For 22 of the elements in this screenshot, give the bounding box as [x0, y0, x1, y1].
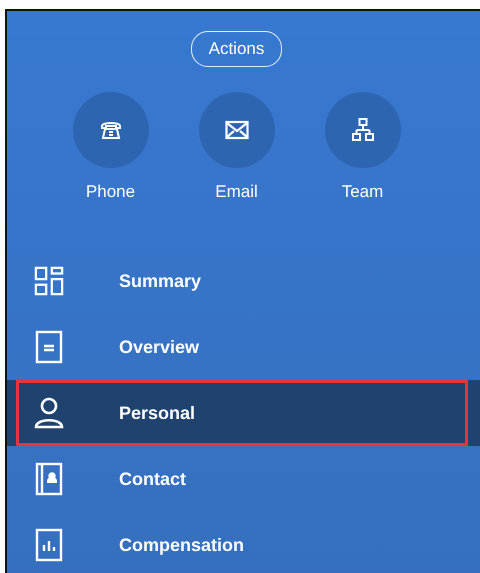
menu-item[interactable]: Overview: [7, 314, 480, 380]
menu-item[interactable]: Contact: [7, 446, 480, 512]
action-label: Email: [215, 182, 258, 202]
menu-label: Overview: [119, 336, 200, 358]
actions-button[interactable]: Actions: [190, 31, 282, 67]
menu-item[interactable]: Personal: [7, 380, 480, 446]
envelope-icon: [224, 120, 248, 140]
org-chart-icon: [352, 118, 374, 142]
menu-label: Compensation: [119, 534, 244, 556]
action-label: Team: [342, 182, 384, 202]
dashboard-icon: [34, 265, 64, 297]
menu-label: Summary: [119, 270, 202, 292]
menu-item[interactable]: Compensation: [7, 512, 480, 573]
telephone-icon: [100, 119, 122, 141]
menu-label: Contact: [119, 468, 186, 490]
action-label: Phone: [86, 182, 136, 202]
person-icon: [34, 397, 64, 429]
menu-label: Personal: [119, 402, 196, 424]
bar-chart-icon: [35, 528, 63, 562]
menu-item[interactable]: Summary: [7, 248, 480, 314]
contact-card-icon: [35, 462, 63, 496]
document-icon: [35, 330, 63, 364]
